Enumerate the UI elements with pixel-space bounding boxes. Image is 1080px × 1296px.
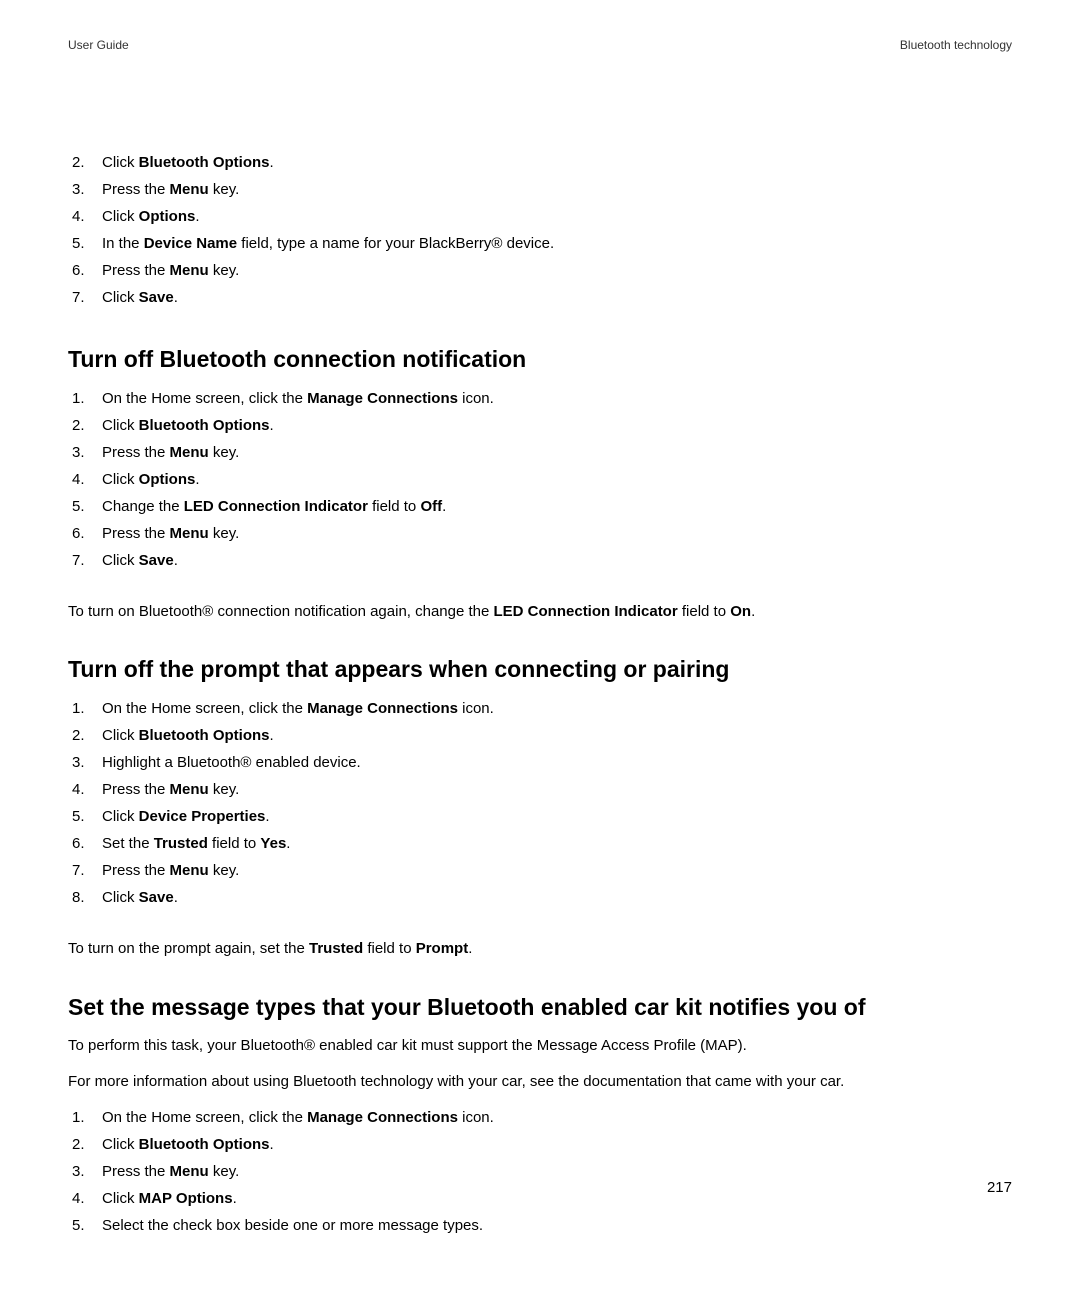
section3-intro1: To perform this task, your Bluetooth® en…	[68, 1035, 1012, 1057]
step-item: 3.Press the Menu key.	[68, 179, 1012, 200]
step-text: Click Save.	[102, 887, 1012, 908]
step-text: Click Bluetooth Options.	[102, 152, 1012, 173]
step-number: 3.	[68, 442, 102, 463]
step-item: 2.Click Bluetooth Options.	[68, 415, 1012, 436]
step-number: 2.	[68, 1134, 102, 1155]
step-number: 7.	[68, 860, 102, 881]
step-number: 1.	[68, 1107, 102, 1128]
page-header: User Guide Bluetooth technology	[68, 38, 1012, 52]
step-number: 7.	[68, 550, 102, 571]
step-text: Highlight a Bluetooth® enabled device.	[102, 752, 1012, 773]
step-item: 1.On the Home screen, click the Manage C…	[68, 1107, 1012, 1128]
step-number: 4.	[68, 469, 102, 490]
step-item: 5.Change the LED Connection Indicator fi…	[68, 496, 1012, 517]
step-text: Click Bluetooth Options.	[102, 415, 1012, 436]
step-text: Press the Menu key.	[102, 523, 1012, 544]
step-text: On the Home screen, click the Manage Con…	[102, 388, 1012, 409]
step-text: Press the Menu key.	[102, 442, 1012, 463]
header-right: Bluetooth technology	[900, 38, 1012, 52]
step-number: 2.	[68, 725, 102, 746]
step-number: 5.	[68, 1215, 102, 1236]
step-number: 4.	[68, 206, 102, 227]
step-item: 3.Press the Menu key.	[68, 442, 1012, 463]
step-item: 3.Highlight a Bluetooth® enabled device.	[68, 752, 1012, 773]
section1-steps: 1.On the Home screen, click the Manage C…	[68, 388, 1012, 571]
step-item: 4.Press the Menu key.	[68, 779, 1012, 800]
step-item: 2.Click Bluetooth Options.	[68, 152, 1012, 173]
step-text: On the Home screen, click the Manage Con…	[102, 698, 1012, 719]
step-item: 2.Click Bluetooth Options.	[68, 725, 1012, 746]
step-text: Click Device Properties.	[102, 806, 1012, 827]
step-number: 5.	[68, 496, 102, 517]
step-item: 4.Click MAP Options.	[68, 1188, 1012, 1209]
section2-steps: 1.On the Home screen, click the Manage C…	[68, 698, 1012, 908]
step-item: 6.Set the Trusted field to Yes.	[68, 833, 1012, 854]
section2-note: To turn on the prompt again, set the Tru…	[68, 938, 1012, 960]
step-number: 6.	[68, 523, 102, 544]
section2-heading: Turn off the prompt that appears when co…	[68, 656, 1012, 684]
step-number: 3.	[68, 752, 102, 773]
step-text: Click Options.	[102, 206, 1012, 227]
step-text: Click Save.	[102, 287, 1012, 308]
step-item: 5.In the Device Name field, type a name …	[68, 233, 1012, 254]
step-item: 7.Click Save.	[68, 287, 1012, 308]
step-item: 7.Click Save.	[68, 550, 1012, 571]
step-number: 1.	[68, 388, 102, 409]
step-item: 2.Click Bluetooth Options.	[68, 1134, 1012, 1155]
step-item: 5.Select the check box beside one or mor…	[68, 1215, 1012, 1236]
step-item: 1.On the Home screen, click the Manage C…	[68, 388, 1012, 409]
step-item: 1.On the Home screen, click the Manage C…	[68, 698, 1012, 719]
step-text: Click Bluetooth Options.	[102, 1134, 1012, 1155]
step-item: 6.Press the Menu key.	[68, 523, 1012, 544]
step-item: 6.Press the Menu key.	[68, 260, 1012, 281]
step-item: 5.Click Device Properties.	[68, 806, 1012, 827]
page-number: 217	[987, 1179, 1012, 1196]
step-number: 4.	[68, 1188, 102, 1209]
step-text: Click MAP Options.	[102, 1188, 1012, 1209]
step-number: 6.	[68, 260, 102, 281]
step-text: Press the Menu key.	[102, 779, 1012, 800]
step-number: 5.	[68, 806, 102, 827]
step-number: 4.	[68, 779, 102, 800]
step-text: Click Options.	[102, 469, 1012, 490]
step-text: On the Home screen, click the Manage Con…	[102, 1107, 1012, 1128]
step-text: In the Device Name field, type a name fo…	[102, 233, 1012, 254]
step-number: 3.	[68, 1161, 102, 1182]
section3-steps: 1.On the Home screen, click the Manage C…	[68, 1107, 1012, 1236]
step-number: 3.	[68, 179, 102, 200]
step-item: 4.Click Options.	[68, 206, 1012, 227]
step-number: 1.	[68, 698, 102, 719]
step-number: 7.	[68, 287, 102, 308]
step-text: Press the Menu key.	[102, 260, 1012, 281]
step-text: Press the Menu key.	[102, 179, 1012, 200]
step-text: Click Save.	[102, 550, 1012, 571]
step-number: 2.	[68, 415, 102, 436]
step-number: 6.	[68, 833, 102, 854]
step-text: Change the LED Connection Indicator fiel…	[102, 496, 1012, 517]
step-text: Press the Menu key.	[102, 860, 1012, 881]
step-text: Set the Trusted field to Yes.	[102, 833, 1012, 854]
section3-heading: Set the message types that your Bluetoot…	[68, 994, 1012, 1022]
step-text: Select the check box beside one or more …	[102, 1215, 1012, 1236]
section1-heading: Turn off Bluetooth connection notificati…	[68, 346, 1012, 374]
step-item: 8.Click Save.	[68, 887, 1012, 908]
step-text: Press the Menu key.	[102, 1161, 1012, 1182]
header-left: User Guide	[68, 38, 129, 52]
section1-note: To turn on Bluetooth® connection notific…	[68, 601, 1012, 623]
step-item: 4.Click Options.	[68, 469, 1012, 490]
step-item: 7.Press the Menu key.	[68, 860, 1012, 881]
step-number: 5.	[68, 233, 102, 254]
step-text: Click Bluetooth Options.	[102, 725, 1012, 746]
step-number: 8.	[68, 887, 102, 908]
step-item: 3.Press the Menu key.	[68, 1161, 1012, 1182]
section3-intro2: For more information about using Bluetoo…	[68, 1071, 1012, 1093]
step-number: 2.	[68, 152, 102, 173]
section0-steps: 2.Click Bluetooth Options.3.Press the Me…	[68, 152, 1012, 308]
